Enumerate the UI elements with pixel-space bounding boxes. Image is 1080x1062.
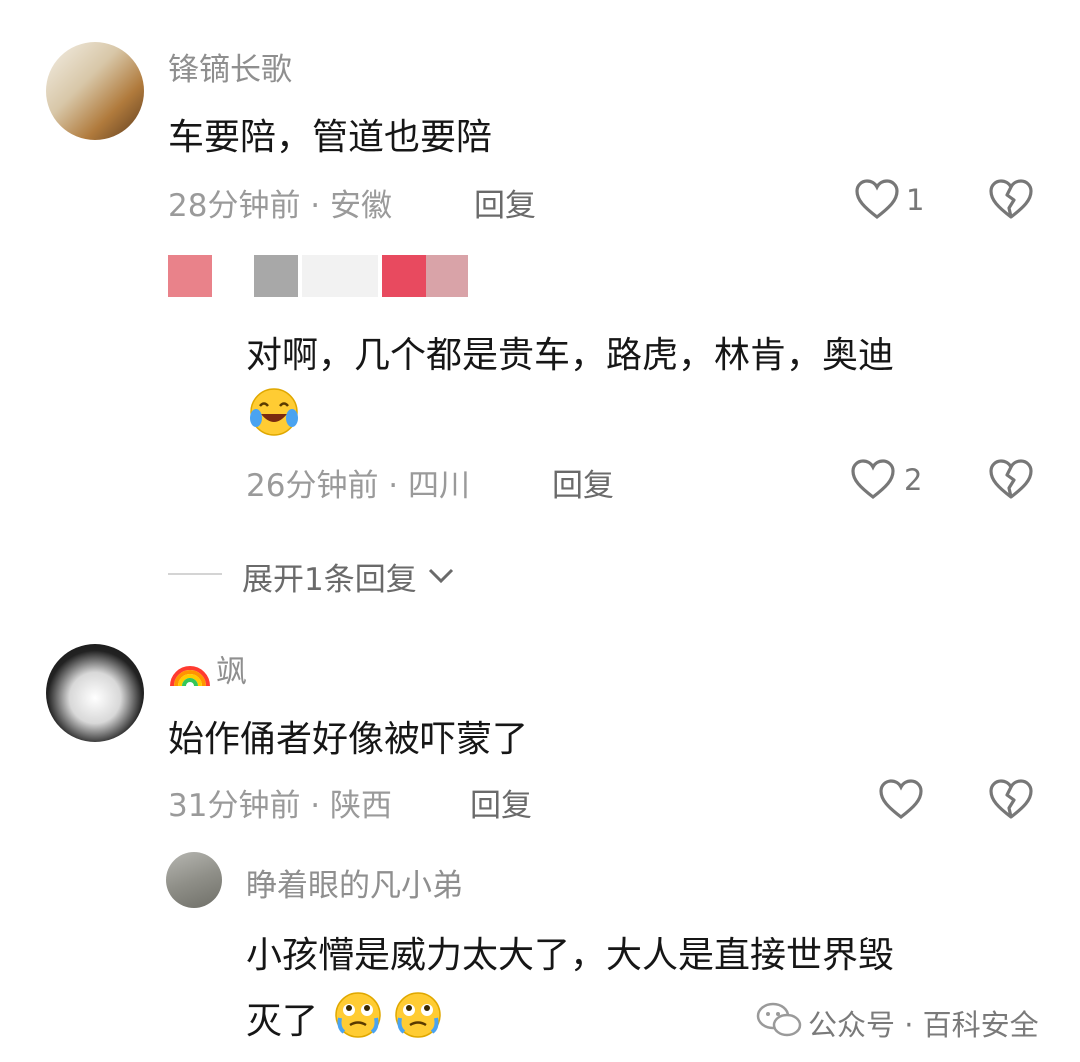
like-count: 2 [904,463,923,497]
reply-text-line1: 小孩懵是威力太大了，大人是直接世界毁 [246,935,895,976]
comment-time-location: 31分钟前 · 陕西 [168,788,393,824]
watermark-text: 公众号 · 百科安全 [808,1008,1039,1042]
like-heart-icon[interactable] [850,458,896,500]
reply-button[interactable]: 回复 [470,780,532,825]
dislike-broken-heart-icon[interactable] [988,778,1034,820]
reply-time-location: 26分钟前 · 四川 [246,468,471,504]
rainbow-icon [168,646,212,692]
comment-username[interactable]: 锋镝长歌 [168,44,292,89]
pixelated-username [254,255,468,297]
reply-button[interactable]: 回复 [552,460,614,505]
reply-username[interactable]: 睁着眼的凡小弟 [246,860,463,905]
reply-avatar[interactable] [166,852,222,908]
expand-divider [168,573,222,575]
wechat-icon [756,1000,802,1044]
comment-text: 始作俑者好像被吓蒙了 [168,719,529,760]
reply-text: 对啊，几个都是贵车，路虎，林肯，奥迪 [246,335,895,376]
reply-avatar-pixelated[interactable] [168,255,212,297]
teary-emoji [330,990,386,1044]
avatar[interactable] [46,644,144,742]
expand-replies-label: 展开1条回复 [242,562,417,598]
expand-replies-button[interactable]: 展开1条回复 [242,554,456,599]
reply-button[interactable]: 回复 [474,180,536,225]
dislike-broken-heart-icon[interactable] [988,458,1034,500]
teary-emoji [390,990,446,1044]
comment-text: 车要陪，管道也要陪 [168,117,493,158]
like-heart-icon[interactable] [854,178,900,220]
like-count: 1 [906,183,925,217]
comment-time-location: 28分钟前 · 安徽 [168,188,393,224]
chevron-down-icon [426,565,456,589]
avatar[interactable] [46,42,144,140]
laughing-crying-emoji [246,386,302,442]
reply-text-line2: 灭了 [246,1001,319,1042]
like-heart-icon[interactable] [878,778,924,820]
dislike-broken-heart-icon[interactable] [988,178,1034,220]
comment-username[interactable]: 飒 [216,646,247,691]
